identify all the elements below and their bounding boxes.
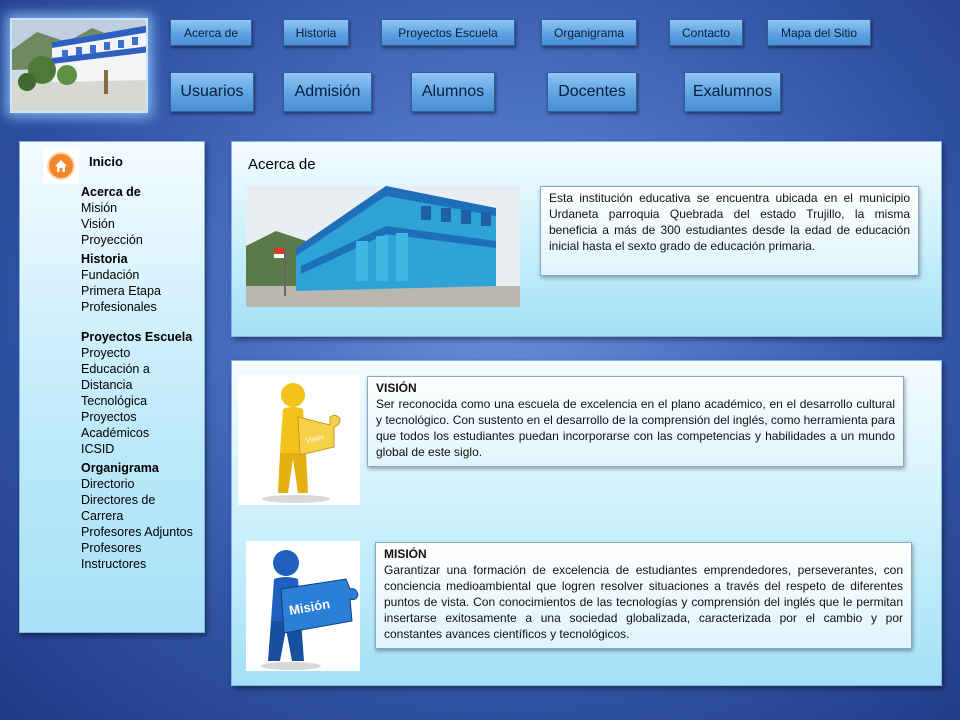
nav-docentes-button[interactable]: Docentes <box>547 72 637 112</box>
sidebar: Inicio Acerca de Misión Visión Proyecció… <box>19 141 205 633</box>
sidebar-item-icsid[interactable]: ICSID <box>81 441 201 457</box>
sidebar-group-acerca-de: Acerca de Misión Visión Proyección <box>81 184 201 248</box>
vision-mission-panel: Visión VISIÓN Ser reconocida como una es… <box>231 360 942 686</box>
sidebar-group-title[interactable]: Acerca de <box>81 184 201 200</box>
sidebar-item-proyeccion[interactable]: Proyección <box>81 232 201 248</box>
nav-organigrama-button[interactable]: Organigrama <box>541 19 637 46</box>
sidebar-item-fundacion[interactable]: Fundación <box>81 267 201 283</box>
mission-box: MISIÓN Garantizar una formación de excel… <box>375 542 912 649</box>
mission-heading: MISIÓN <box>384 547 427 561</box>
school-logo-photo[interactable] <box>10 18 148 113</box>
sidebar-item-proyecto[interactable]: Proyecto <box>81 345 201 361</box>
sidebar-group-proyectos-escuela: Proyectos Escuela Proyecto Educación a D… <box>81 329 201 457</box>
sidebar-group-title[interactable]: Proyectos Escuela <box>81 329 201 345</box>
nav-mapa-del-sitio-button[interactable]: Mapa del Sitio <box>767 19 871 46</box>
nav-alumnos-button[interactable]: Alumnos <box>411 72 495 112</box>
nav-usuarios-button[interactable]: Usuarios <box>170 72 254 112</box>
nav-proyectos-escuela-button[interactable]: Proyectos Escuela <box>381 19 515 46</box>
nav-exalumnos-button[interactable]: Exalumnos <box>684 72 781 112</box>
sidebar-item-directorio[interactable]: Directorio <box>81 476 201 492</box>
sidebar-item-mision[interactable]: Misión <box>81 200 201 216</box>
sidebar-item-profesores-adjuntos[interactable]: Profesores Adjuntos <box>81 524 201 540</box>
sidebar-item-tecnologica[interactable]: Tecnológica <box>81 393 201 409</box>
sidebar-item-primera-etapa[interactable]: Primera Etapa <box>81 283 201 299</box>
sidebar-group-title[interactable]: Historia <box>81 251 201 267</box>
sidebar-item-profesores-instructores[interactable]: Profesores Instructores <box>81 540 201 572</box>
school-building-photo <box>246 186 520 307</box>
vision-puzzle-figure: Visión <box>238 375 360 505</box>
vision-box: VISIÓN Ser reconocida como una escuela d… <box>367 376 904 467</box>
about-text: Esta institución educativa se encuentra … <box>540 186 919 276</box>
sidebar-group-historia: Historia Fundación Primera Etapa Profesi… <box>81 251 201 315</box>
nav-contacto-button[interactable]: Contacto <box>669 19 743 46</box>
sidebar-item-proyectos-academicos[interactable]: Proyectos Académicos <box>81 409 201 441</box>
sidebar-item-vision[interactable]: Visión <box>81 216 201 232</box>
about-title: Acerca de <box>248 156 316 173</box>
sidebar-group-organigrama: Organigrama Directorio Directores de Car… <box>81 460 201 572</box>
sidebar-home-link[interactable]: Inicio <box>89 154 123 169</box>
about-panel: Acerca de Esta institución educativa se … <box>231 141 942 337</box>
sidebar-item-educacion-a-distancia[interactable]: Educación a Distancia <box>81 361 201 393</box>
nav-acerca-de-button[interactable]: Acerca de <box>170 19 252 46</box>
sidebar-item-profesionales[interactable]: Profesionales <box>81 299 201 315</box>
mission-text: Garantizar una formación de excelencia d… <box>384 563 903 641</box>
vision-text: Ser reconocida como una escuela de excel… <box>376 397 895 459</box>
sidebar-nav-list: Acerca de Misión Visión Proyección Histo… <box>81 184 201 572</box>
mission-puzzle-figure: Misión <box>246 541 360 671</box>
nav-historia-button[interactable]: Historia <box>283 19 349 46</box>
vision-heading: VISIÓN <box>376 381 417 395</box>
home-badge[interactable] <box>43 148 79 184</box>
nav-admision-button[interactable]: Admisión <box>283 72 372 112</box>
home-icon <box>49 154 73 178</box>
sidebar-group-title[interactable]: Organigrama <box>81 460 201 476</box>
sidebar-item-directores-de-carrera[interactable]: Directores de Carrera <box>81 492 201 524</box>
